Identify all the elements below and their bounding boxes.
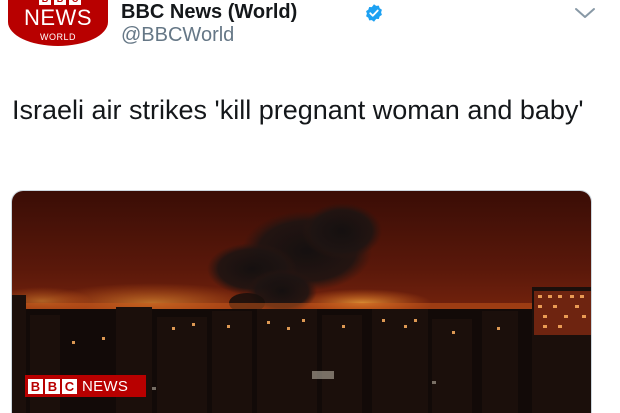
avatar-news-word: NEWS: [24, 5, 92, 30]
badge-news-word: NEWS: [82, 377, 129, 395]
avatar[interactable]: B B C NEWS WORLD: [8, 0, 108, 46]
badge-block-b1: B: [28, 378, 43, 394]
verified-badge-icon: [366, 4, 382, 22]
tweet-text: Israeli air strikes 'kill pregnant woman…: [12, 95, 584, 125]
badge-block-c: C: [62, 378, 77, 394]
chevron-down-icon[interactable]: [574, 6, 596, 20]
display-name[interactable]: BBC News (World): [121, 1, 297, 23]
account-handle[interactable]: @BBCWorld: [121, 24, 234, 46]
bbc-news-watermark: B B C NEWS: [25, 375, 146, 397]
tweet-media-image[interactable]: B B C NEWS: [11, 190, 592, 413]
badge-block-b2: B: [45, 378, 60, 394]
avatar-world-word: WORLD: [40, 32, 76, 42]
